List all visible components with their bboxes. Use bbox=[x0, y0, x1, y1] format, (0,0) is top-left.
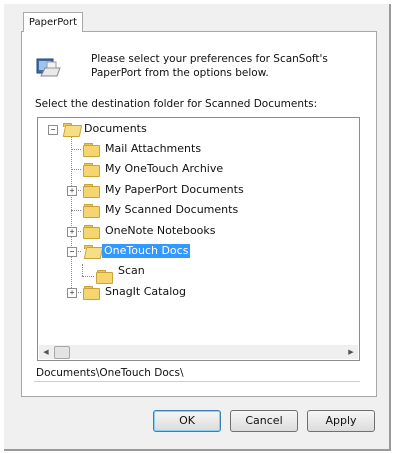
folder-icon bbox=[83, 163, 100, 177]
scrollbar-thumb[interactable] bbox=[54, 346, 70, 359]
folder-tree[interactable]: − Documents Mail Attachments My OneTouch… bbox=[37, 117, 360, 361]
expand-snagit-catalog-icon[interactable]: + bbox=[67, 288, 77, 298]
tree-item-mail-attachments[interactable]: Mail Attachments bbox=[103, 142, 203, 156]
folder-icon bbox=[83, 225, 100, 239]
destination-path-field[interactable]: Documents\OneTouch Docs\ bbox=[34, 364, 360, 382]
folder-icon bbox=[83, 286, 100, 300]
tree-item-my-paperport-documents[interactable]: My PaperPort Documents bbox=[103, 183, 246, 197]
tree-item-documents[interactable]: Documents bbox=[82, 122, 149, 136]
cancel-button[interactable]: Cancel bbox=[230, 410, 298, 432]
tree-connector bbox=[71, 134, 72, 288]
scroll-right-arrow-icon[interactable]: ▶ bbox=[344, 345, 358, 359]
destination-label: Select the destination folder for Scanne… bbox=[35, 98, 318, 110]
tree-connector bbox=[71, 169, 81, 170]
intro-text: Please select your preferences for ScanS… bbox=[91, 53, 328, 79]
folder-icon bbox=[83, 204, 100, 218]
ok-button[interactable]: OK bbox=[153, 410, 221, 432]
tree-item-scan[interactable]: Scan bbox=[116, 264, 147, 278]
folder-icon bbox=[83, 143, 100, 157]
apply-button[interactable]: Apply bbox=[307, 410, 375, 432]
paperport-app-icon bbox=[36, 58, 61, 77]
tree-item-my-onetouch-archive[interactable]: My OneTouch Archive bbox=[103, 162, 225, 176]
tree-item-snagit-catalog[interactable]: SnagIt Catalog bbox=[103, 285, 188, 299]
expand-onenote-notebooks-icon[interactable]: + bbox=[67, 227, 77, 237]
tree-item-my-scanned-documents[interactable]: My Scanned Documents bbox=[103, 203, 240, 217]
folder-open-icon bbox=[62, 123, 83, 137]
tree-connector bbox=[82, 264, 83, 276]
expand-my-paperport-documents-icon[interactable]: + bbox=[67, 186, 77, 196]
collapse-onetouch-docs-icon[interactable]: − bbox=[67, 247, 77, 257]
tree-connector bbox=[71, 210, 81, 211]
folder-icon bbox=[83, 184, 100, 198]
tree-horizontal-scrollbar[interactable]: ◀ ▶ bbox=[39, 345, 358, 359]
tree-item-onetouch-docs[interactable]: OneTouch Docs bbox=[102, 244, 191, 258]
folder-open-icon bbox=[83, 245, 104, 259]
collapse-documents-icon[interactable]: − bbox=[48, 125, 58, 135]
tree-connector bbox=[71, 149, 81, 150]
scroll-left-arrow-icon[interactable]: ◀ bbox=[39, 345, 53, 359]
tree-item-onenote-notebooks[interactable]: OneNote Notebooks bbox=[103, 224, 218, 238]
tab-paperport[interactable]: PaperPort bbox=[23, 12, 83, 32]
folder-icon bbox=[96, 270, 113, 284]
tree-connector bbox=[82, 276, 94, 277]
